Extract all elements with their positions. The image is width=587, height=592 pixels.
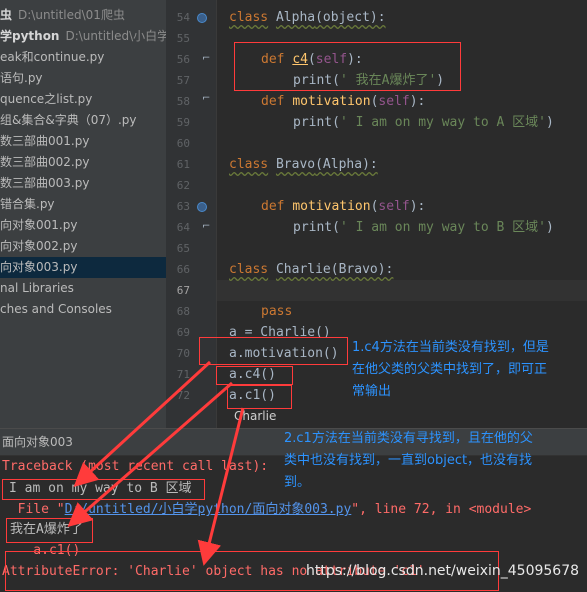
tree-item-file[interactable]: eak和continue.py <box>0 47 104 68</box>
tree-item-file[interactable]: 组&集合&字典（07）.py <box>0 110 137 131</box>
line-number: 59 <box>176 116 190 129</box>
code-line-70: a.motivation() <box>229 346 339 361</box>
line-number-current: 67 <box>176 284 190 297</box>
line-number: 58 <box>176 95 190 108</box>
code-line-59: print(' I am on my way to A 区域') <box>293 115 554 130</box>
line-number: 69 <box>176 326 190 339</box>
line-number: 56 <box>176 53 190 66</box>
tree-item-file[interactable]: 语句.py <box>0 68 43 89</box>
output-file-line: File "D:/untitled/小白学python/面向对象003.py",… <box>2 502 532 517</box>
line-number: 71 <box>176 368 190 381</box>
line-gutter: 54 55 56 57 58 59 60 61 62 63 64 65 66 6… <box>166 0 217 428</box>
tree-item-external-libraries[interactable]: nal Libraries <box>0 278 74 299</box>
tree-item-file[interactable]: 数三部曲001.py <box>0 131 89 152</box>
code-line-63: def motivation(self): <box>261 199 426 214</box>
annotation-note-2: 2.c1方法在当前类没有寻找到，且在他的父 类中也没有找到，一直到object，… <box>284 431 533 490</box>
tree-item-file[interactable]: 数三部曲003.py <box>0 173 89 194</box>
override-marker-icon[interactable] <box>197 202 207 212</box>
tree-item-path: D:\untitled\01爬虫 <box>18 8 125 22</box>
run-tab[interactable]: 面向对象003 <box>2 429 73 455</box>
completion-tooltip: Charlie <box>234 409 277 423</box>
code-line-72: a.c1() <box>229 388 276 403</box>
override-marker-icon[interactable] <box>197 13 207 23</box>
tree-item-file[interactable]: quence之list.py <box>0 89 92 110</box>
tree-item-file[interactable]: 向对象001.py <box>0 215 77 236</box>
line-number: 64 <box>176 221 190 234</box>
line-number: 60 <box>176 137 190 150</box>
code-line-61: class Bravo(Alpha): <box>229 157 378 172</box>
line-number: 65 <box>176 242 190 255</box>
tree-item-file[interactable]: 错合集.py <box>0 194 55 215</box>
tree-item-file[interactable]: 数三部曲002.py <box>0 152 89 173</box>
tree-item-project-crawler[interactable]: 虫 D:\untitled\01爬虫 <box>0 5 125 26</box>
line-number: 63 <box>176 200 190 213</box>
output-traceback: Traceback (most recent call last): <box>2 459 269 474</box>
annotation-note-1: 1.c4方法在当前类没有找到，但是 在他父类的父类中找到了，即可正 常输出 <box>352 340 549 399</box>
project-tree: 虫 D:\untitled\01爬虫 学python D:\untitled\小白学… <box>0 0 166 428</box>
line-number: 70 <box>176 347 190 360</box>
line-number: 66 <box>176 263 190 276</box>
code-line-69: a = Charlie() <box>229 325 331 340</box>
output-line: 我在A爆炸了 <box>10 522 83 537</box>
code-line-68: pass <box>261 304 293 319</box>
watermark: https://blog.csdn.net/weixin_45095678 <box>306 563 580 579</box>
code-line-57: print(' 我在A爆炸了') <box>293 73 445 88</box>
line-number: 68 <box>176 305 190 318</box>
tree-item-label: 虫 <box>0 8 13 22</box>
file-link[interactable]: D:/untitled/小白学python/面向对象003.py <box>65 502 352 517</box>
line-number: 72 <box>176 389 190 402</box>
code-line-64: print(' I am on my way to B 区域') <box>293 220 554 235</box>
tree-item-path: D:\untitled\小白学py <box>65 29 166 43</box>
line-number: 57 <box>176 74 190 87</box>
tree-item-file-selected[interactable]: 向对象003.py <box>0 257 166 278</box>
line-number: 55 <box>176 32 190 45</box>
fold-icon[interactable]: ⌐ <box>202 94 212 104</box>
code-line-58: def motivation(self): <box>261 94 426 109</box>
output-line: I am on my way to B 区域 <box>9 481 192 496</box>
fold-icon[interactable]: ⌐ <box>202 54 212 64</box>
tree-item-scratches[interactable]: ches and Consoles <box>0 299 112 320</box>
code-line-56: def c4(self): <box>261 52 363 67</box>
line-number: 54 <box>176 11 190 24</box>
line-number: 61 <box>176 158 190 171</box>
tree-item-label: 学python <box>0 29 60 43</box>
tree-item-project-python[interactable]: 学python D:\untitled\小白学py <box>0 26 166 47</box>
code-line-54: class Alpha(object): <box>229 10 386 25</box>
code-line-71: a.c4() <box>229 367 276 382</box>
line-number: 62 <box>176 179 190 192</box>
fold-icon[interactable]: ⌐ <box>202 222 212 232</box>
code-line-66: class Charlie(Bravo): <box>229 262 394 277</box>
current-line-highlight <box>217 280 587 301</box>
tree-item-file[interactable]: 向对象002.py <box>0 236 77 257</box>
output-code-line: a.c1() <box>2 543 81 558</box>
